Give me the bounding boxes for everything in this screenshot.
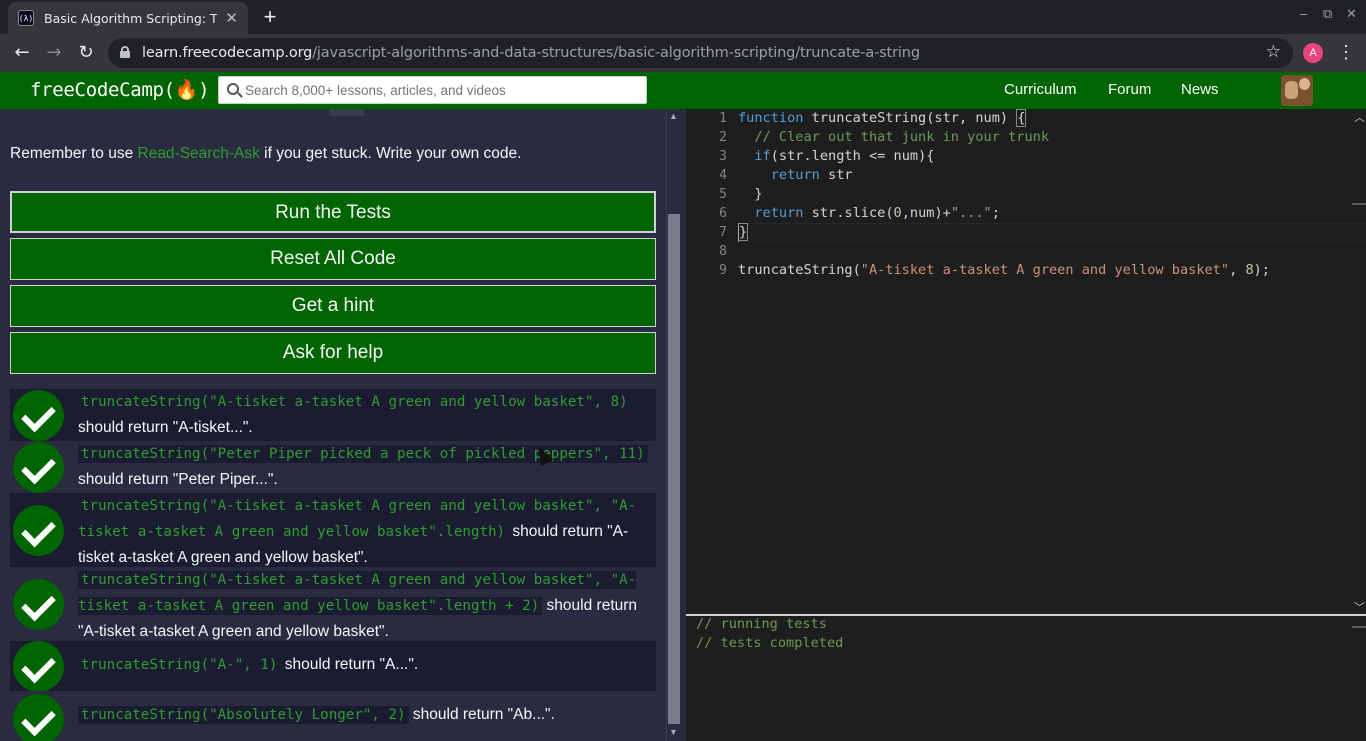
code-line: truncateString("A-tisket a-tasket A gree… [738,262,1270,278]
browser-tab-bar: (λ) Basic Algorithm Scripting: Trunc ✕ +… [0,0,1366,34]
code-line: } [738,186,763,202]
line-number: 1 [719,111,727,126]
test-result: truncateString("Absolutely Longer", 2) s… [10,691,656,741]
console-line: // tests completed [696,635,844,651]
test-result: truncateString("Peter Piper picked a pec… [10,441,656,493]
run-tests-button[interactable]: Run the Tests [10,191,656,233]
lock-icon [120,46,130,58]
back-icon[interactable]: ← [11,42,33,64]
code-line: return str [770,167,853,183]
read-search-ask-link[interactable]: Read-Search-Ask [138,145,260,162]
scrollbar-thumb[interactable] [668,214,680,724]
restore-icon[interactable]: ⧉ [1323,6,1332,22]
check-icon [13,442,64,493]
remember-text: Remember to use Read-Search-Ask if you g… [10,145,522,162]
code-line: } [738,223,749,241]
current-line-highlight [738,223,1366,242]
profile-avatar[interactable]: A [1303,43,1323,63]
inline-code-fragment [330,109,364,116]
instructions-scrollbar[interactable]: ▲ ▼ [666,109,686,741]
test-result: truncateString("A-tisket a-tasket A gree… [10,567,656,641]
check-icon [13,579,64,630]
check-icon [13,390,64,441]
line-number-gutter: 1 2 3 4 5 6 7 8 9 [686,109,732,614]
check-icon [13,694,64,741]
test-description: truncateString("A-tisket a-tasket A gree… [78,497,637,566]
bookmark-star-icon[interactable]: ☆ [1266,42,1281,62]
search-icon [227,83,239,95]
line-number: 4 [719,168,727,183]
forward-icon[interactable]: → [43,42,65,64]
fcc-logo[interactable]: freeCodeCamp(🔥) [30,78,210,101]
test-description: truncateString("A-", 1) should return "A… [78,652,418,678]
code-line: return str.slice(0,num)+"..."; [754,205,1000,221]
fcc-favicon-icon: (λ) [18,10,34,26]
tab-title: Basic Algorithm Scripting: Trunc [44,10,217,26]
url-text: learn.freecodecamp.org/javascript-algori… [142,45,920,61]
address-bar[interactable]: learn.freecodecamp.org/javascript-algori… [108,38,1293,68]
test-result: truncateString("A-tisket a-tasket A gree… [10,493,656,567]
test-description: truncateString("Peter Piper picked a pec… [78,441,658,493]
new-tab-button[interactable]: + [258,5,282,29]
scrollbar-marker [1352,203,1366,205]
test-result: truncateString("A-", 1) should return "A… [10,641,656,692]
line-number: 9 [719,263,727,278]
minimize-icon[interactable]: – [1300,6,1307,21]
get-hint-button[interactable]: Get a hint [10,285,656,327]
editor-scrollbar[interactable]: ︿ ﹀ [1352,109,1366,614]
scroll-up-icon[interactable]: ▲ [669,111,678,121]
code-line: function truncateString(str, num) { [738,109,1027,127]
line-number: 7 [719,225,727,240]
console-line: // running tests [696,616,827,632]
test-description: truncateString("A-tisket a-tasket A gree… [78,571,638,640]
console-scrollbar[interactable] [1352,626,1366,628]
line-number: 3 [719,149,727,164]
scroll-up-icon[interactable]: ︿ [1354,109,1365,125]
nav-link-curriculum[interactable]: Curriculum [1004,81,1077,98]
close-tab-icon[interactable]: ✕ [225,9,238,27]
browser-tab[interactable]: (λ) Basic Algorithm Scripting: Trunc ✕ [8,2,248,34]
browser-toolbar: ← → ↻ learn.freecodecamp.org/javascript-… [0,34,1366,72]
code-line: if(str.length <= num){ [754,148,935,164]
line-number: 5 [719,187,727,202]
instructions-panel: Remember to use Read-Search-Ask if you g… [0,109,666,741]
line-number: 2 [719,130,727,145]
menu-kebab-icon[interactable]: ⋮ [1337,41,1355,63]
test-result: truncateString("A-tisket a-tasket A gree… [10,389,656,441]
ask-help-button[interactable]: Ask for help [10,332,656,374]
user-avatar[interactable] [1281,75,1313,106]
nav-link-news[interactable]: News [1181,81,1219,98]
code-line: // Clear out that junk in your trunk [754,129,1050,145]
test-description: truncateString("A-tisket a-tasket A gree… [78,389,656,441]
output-console: // running tests // tests completed [686,616,1366,741]
check-icon [13,505,64,556]
fcc-navbar: freeCodeCamp(🔥) Curriculum Forum News [0,72,1366,109]
line-number: 8 [719,244,727,259]
text-cursor [738,225,739,242]
search-box[interactable] [218,76,647,104]
search-input[interactable] [245,80,640,100]
code-editor[interactable]: 1 2 3 4 5 6 7 8 9 function truncateStrin… [686,109,1366,614]
close-window-icon[interactable]: ✕ [1346,6,1357,22]
reset-code-button[interactable]: Reset All Code [10,238,656,280]
check-icon [13,641,64,692]
test-description: truncateString("Absolutely Longer", 2) s… [78,702,555,728]
reload-icon[interactable]: ↻ [75,42,97,64]
nav-link-forum[interactable]: Forum [1108,81,1151,98]
line-number: 6 [719,206,727,221]
scroll-down-icon[interactable]: ▼ [669,727,678,737]
scroll-down-icon[interactable]: ﹀ [1354,599,1365,614]
